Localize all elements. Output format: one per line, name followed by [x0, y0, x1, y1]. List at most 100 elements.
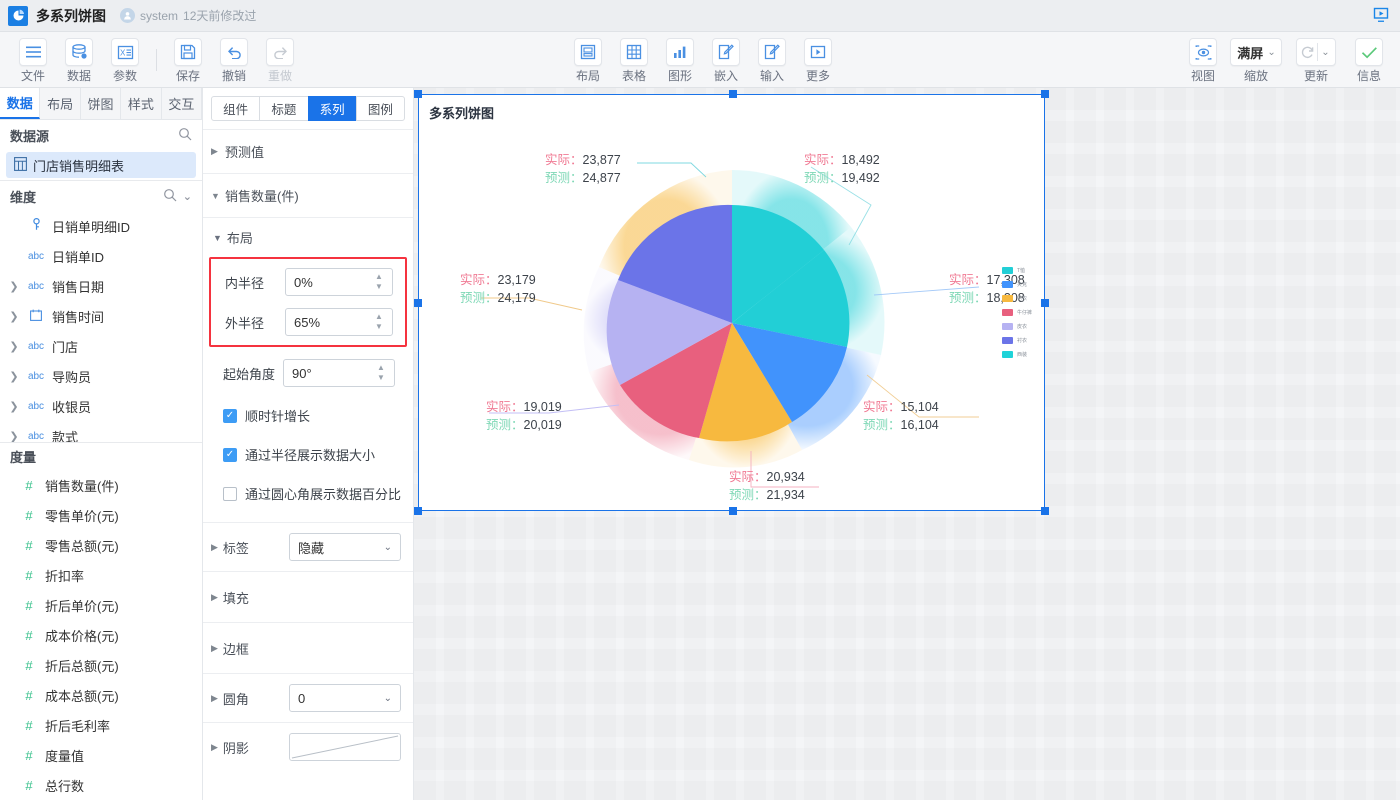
- chevron-right-icon[interactable]: ❯: [8, 310, 20, 323]
- undo-button[interactable]: 撤销: [211, 36, 257, 83]
- redo-button[interactable]: 重做: [257, 36, 303, 83]
- legend-item[interactable]: 衬衣: [1002, 333, 1032, 347]
- inner-radius-stepper[interactable]: ▲ ▼: [285, 268, 393, 296]
- tab-title[interactable]: 标题: [259, 96, 308, 121]
- outer-radius-spin-buttons[interactable]: ▲ ▼: [375, 313, 389, 331]
- layout-section-header[interactable]: ▼ 布局: [203, 218, 413, 253]
- shadow-row-title[interactable]: ▶ 阴影: [211, 738, 289, 757]
- view-button[interactable]: 视图: [1180, 36, 1226, 83]
- save-button[interactable]: 保存: [165, 36, 211, 83]
- legend-item[interactable]: 西装: [1002, 347, 1032, 361]
- ribbon-param-button[interactable]: X 参数: [102, 36, 148, 83]
- info-button[interactable]: 信息: [1346, 36, 1392, 83]
- canvas-area[interactable]: 多系列饼图: [414, 88, 1400, 800]
- datasource-item[interactable]: 门店销售明细表: [6, 152, 196, 178]
- ribbon-file-button[interactable]: 文件: [10, 36, 56, 83]
- inner-radius-input[interactable]: [286, 269, 375, 295]
- chevron-right-icon[interactable]: ❯: [8, 340, 20, 353]
- checkbox-clockwise[interactable]: [223, 409, 237, 423]
- spin-down-icon[interactable]: ▼: [377, 374, 391, 382]
- fill-row[interactable]: ▶ 填充: [203, 571, 413, 622]
- search-icon[interactable]: [178, 127, 192, 144]
- measure-field[interactable]: #折后毛利率: [0, 710, 202, 740]
- refresh-control[interactable]: ⌄ 更新: [1286, 36, 1346, 83]
- present-icon[interactable]: [1370, 5, 1392, 27]
- measure-field[interactable]: #销售数量(件): [0, 470, 202, 500]
- shadow-preview[interactable]: [289, 733, 401, 761]
- resize-handle-sw[interactable]: [414, 507, 422, 515]
- label-select[interactable]: 隐藏 ⌄: [289, 533, 401, 561]
- checkbox-radius-size-row[interactable]: 通过半径展示数据大小: [203, 438, 413, 471]
- chevron-down-icon[interactable]: ⌄: [1267, 47, 1278, 58]
- chevron-right-icon[interactable]: ❯: [8, 370, 20, 383]
- insert-input-button[interactable]: 输入: [749, 36, 795, 83]
- start-angle-spin-buttons[interactable]: ▲ ▼: [377, 364, 391, 382]
- dimension-field[interactable]: ❯abc销售日期: [0, 271, 202, 301]
- spin-down-icon[interactable]: ▼: [375, 283, 389, 291]
- dimension-field[interactable]: ❯abc款式: [0, 421, 202, 442]
- spin-up-icon[interactable]: ▲: [375, 313, 389, 321]
- label-row-title[interactable]: ▶ 标签: [211, 538, 289, 557]
- insert-table-button[interactable]: 表格: [611, 36, 657, 83]
- chevron-right-icon[interactable]: ❯: [8, 400, 20, 413]
- resize-handle-nw[interactable]: [414, 90, 422, 98]
- inner-radius-spin-buttons[interactable]: ▲ ▼: [375, 273, 389, 291]
- tab-component[interactable]: 组件: [211, 96, 260, 121]
- insert-chart-button[interactable]: 图形: [657, 36, 703, 83]
- spin-up-icon[interactable]: ▲: [375, 273, 389, 281]
- insert-more-button[interactable]: 更多: [795, 36, 841, 83]
- border-row-title[interactable]: ▶ 边框: [211, 639, 289, 658]
- outer-radius-stepper[interactable]: ▲ ▼: [285, 308, 393, 336]
- checkbox-radius-size[interactable]: [223, 448, 237, 462]
- tab-1[interactable]: 布局: [40, 88, 80, 119]
- resize-handle-e[interactable]: [1041, 299, 1049, 307]
- series-forecast-group[interactable]: ▶ 预测值: [203, 129, 413, 173]
- search-icon[interactable]: [163, 188, 177, 205]
- refresh-combo[interactable]: ⌄: [1296, 38, 1335, 66]
- insert-layout-button[interactable]: 布局: [565, 36, 611, 83]
- measure-field[interactable]: #度量值: [0, 740, 202, 770]
- measure-field[interactable]: #总行数: [0, 770, 202, 800]
- checkbox-clockwise-row[interactable]: 顺时针增长: [203, 399, 413, 432]
- measure-field[interactable]: #折后单价(元): [0, 590, 202, 620]
- zoom-control[interactable]: 满屏 ⌄ 缩放: [1226, 36, 1286, 83]
- checkbox-angle-percent-row[interactable]: 通过圆心角展示数据百分比: [203, 477, 413, 510]
- tab-2[interactable]: 饼图: [81, 88, 121, 119]
- fill-row-title[interactable]: ▶ 填充: [211, 588, 289, 607]
- measure-field[interactable]: #折后总额(元): [0, 650, 202, 680]
- series-sales-group[interactable]: ▼ 销售数量(件): [203, 173, 413, 217]
- dimension-field[interactable]: 日销单明细ID: [0, 211, 202, 241]
- radius-row-title[interactable]: ▶ 圆角: [211, 689, 289, 708]
- start-angle-stepper[interactable]: ▲ ▼: [283, 359, 395, 387]
- zoom-combo[interactable]: 满屏 ⌄: [1230, 38, 1281, 66]
- resize-handle-se[interactable]: [1041, 507, 1049, 515]
- ribbon-data-button[interactable]: 数据: [56, 36, 102, 83]
- measure-field[interactable]: #成本总额(元): [0, 680, 202, 710]
- legend-item[interactable]: T恤: [1002, 263, 1032, 277]
- tab-4[interactable]: 交互: [162, 88, 202, 119]
- spin-down-icon[interactable]: ▼: [375, 323, 389, 331]
- measure-field[interactable]: #零售单价(元): [0, 500, 202, 530]
- checkbox-angle-percent[interactable]: [223, 487, 237, 501]
- border-row[interactable]: ▶ 边框: [203, 622, 413, 673]
- outer-radius-input[interactable]: [286, 309, 375, 335]
- dimension-field[interactable]: ❯销售时间: [0, 301, 202, 331]
- chevron-down-icon[interactable]: ⌄: [183, 190, 192, 203]
- resize-handle-ne[interactable]: [1041, 90, 1049, 98]
- chevron-down-icon[interactable]: ⌄: [1318, 47, 1332, 58]
- resize-handle-n[interactable]: [729, 90, 737, 98]
- radius-select[interactable]: 0 ⌄: [289, 684, 401, 712]
- measure-field[interactable]: #成本价格(元): [0, 620, 202, 650]
- tab-0[interactable]: 数据: [0, 88, 40, 119]
- insert-embed-button[interactable]: 嵌入: [703, 36, 749, 83]
- measure-field[interactable]: #零售总额(元): [0, 530, 202, 560]
- dimension-field[interactable]: ❯abc导购员: [0, 361, 202, 391]
- dimension-field[interactable]: abc日销单ID: [0, 241, 202, 271]
- legend-item[interactable]: 皮衣: [1002, 319, 1032, 333]
- resize-handle-s[interactable]: [729, 507, 737, 515]
- measure-field[interactable]: #折扣率: [0, 560, 202, 590]
- tab-legend[interactable]: 图例: [356, 96, 405, 121]
- chart-widget[interactable]: 多系列饼图: [418, 94, 1045, 511]
- legend-item[interactable]: 牛仔裤: [1002, 305, 1032, 319]
- refresh-icon[interactable]: [1300, 45, 1315, 60]
